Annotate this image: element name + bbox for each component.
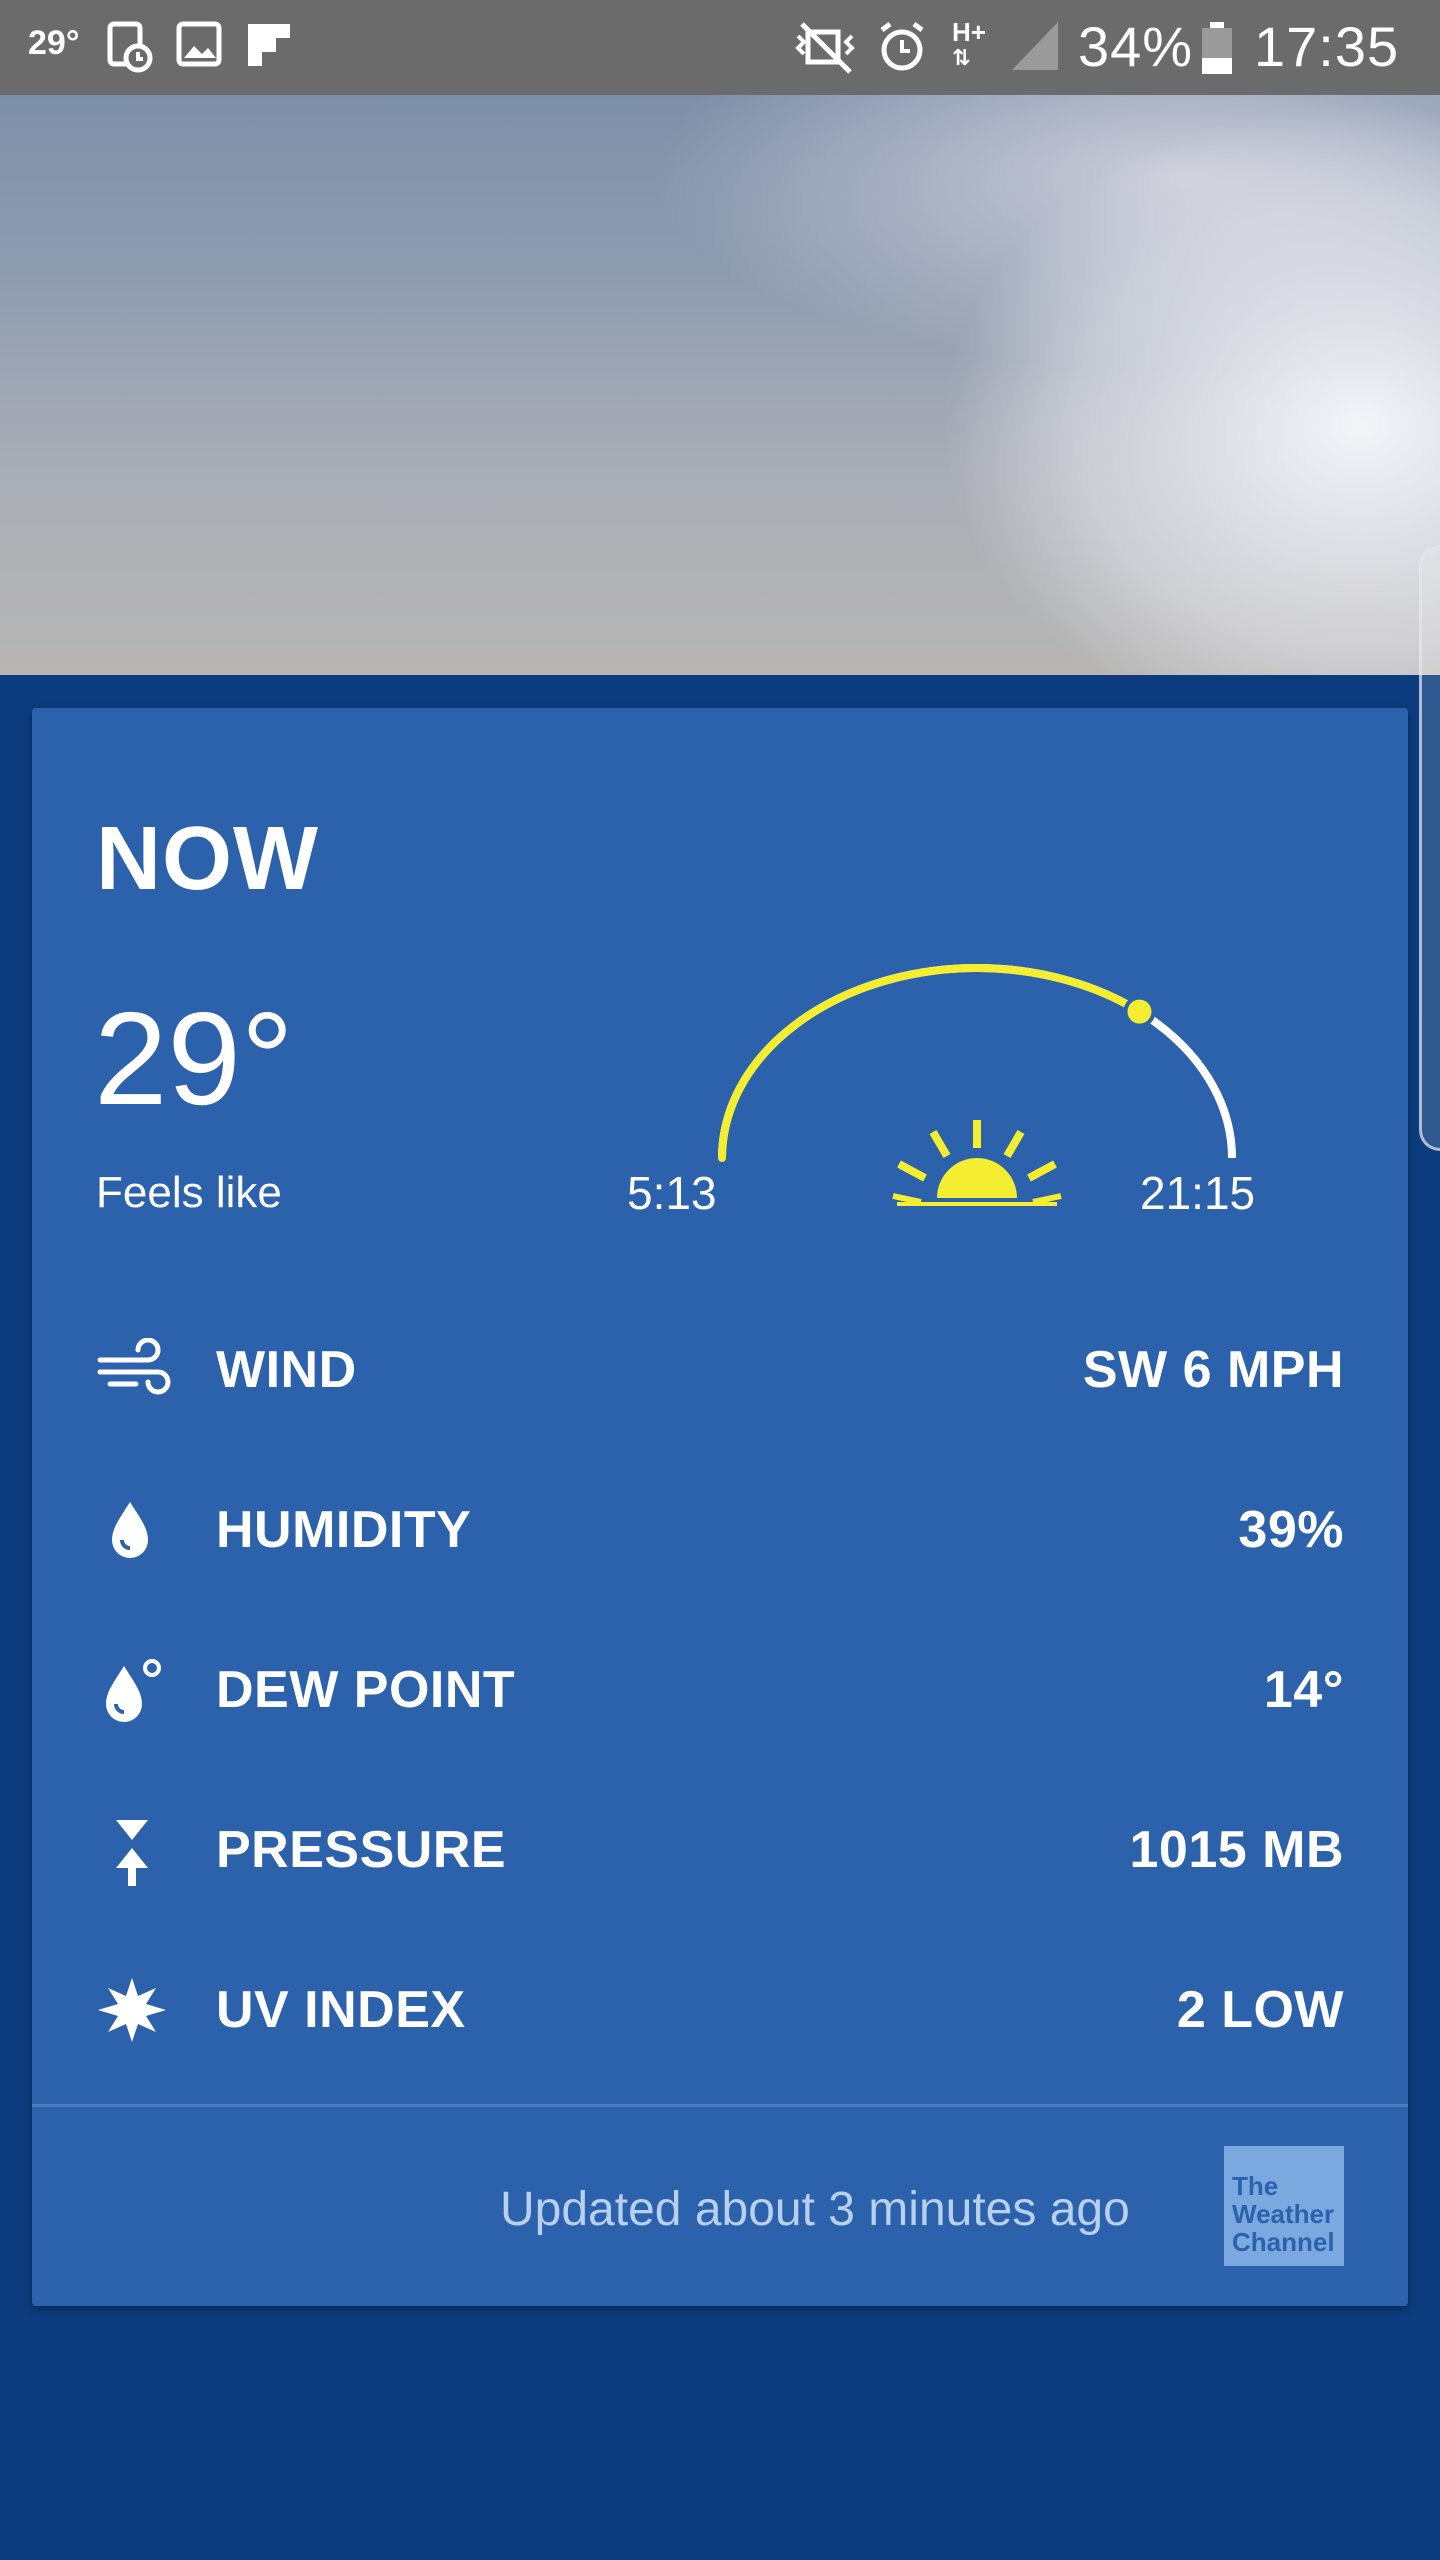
detail-row-pressure: PRESSURE 1015 MB: [96, 1796, 1344, 1896]
sunset-time: 21:15: [1140, 1167, 1256, 1219]
uv-index-icon: [96, 1978, 172, 2042]
uv-index-label: UV INDEX: [216, 1981, 466, 2039]
wind-label: WIND: [216, 1341, 357, 1399]
logo-line-1: The: [1232, 2171, 1279, 2201]
alarm-icon: [876, 18, 928, 78]
status-temperature: 29°: [28, 24, 80, 62]
battery-percent: 34%: [1078, 15, 1194, 78]
humidity-label: HUMIDITY: [216, 1501, 472, 1559]
detail-row-uv-index: UV INDEX 2 LOW: [96, 1956, 1344, 2056]
sun-icon: [892, 1120, 1062, 1206]
dew-point-icon: [96, 1658, 172, 1722]
wind-icon: [96, 1338, 172, 1402]
image-icon: [176, 18, 222, 74]
sunrise-time: 5:13: [627, 1167, 717, 1219]
data-arrows-icon: H+ ⇅: [952, 17, 986, 70]
daylight-arc-elapsed: [718, 964, 1144, 1162]
current-conditions-card: NOW 29° Feels like 5:13 21:15 WIND SW 6 …: [32, 708, 1408, 2306]
detail-row-dew-point: DEW POINT 14°: [96, 1636, 1344, 1736]
status-time: 17:35: [1254, 15, 1400, 78]
feels-like-label: Feels like: [96, 1168, 282, 1217]
card-title: NOW: [96, 809, 319, 909]
detail-row-wind: WIND SW 6 MPH: [96, 1316, 1344, 1416]
card-divider: [32, 2104, 1408, 2107]
uv-index-value: 2 LOW: [1176, 1981, 1344, 2039]
weather-channel-logo[interactable]: The Weather Channel: [1224, 2146, 1344, 2266]
mute-icon: [790, 18, 860, 78]
pressure-value: 1015 MB: [1129, 1821, 1344, 1879]
flipboard-icon: [246, 18, 294, 74]
sun-position-marker: [1123, 995, 1156, 1028]
edge-panel-handle[interactable]: [1419, 545, 1440, 1151]
logo-line-3: Channel: [1232, 2227, 1335, 2257]
calendar-icon: [106, 18, 154, 74]
battery-icon: [1200, 20, 1234, 76]
status-bar: 29° H+ ⇅ 34% 17:35: [0, 0, 1440, 95]
dew-point-label: DEW POINT: [216, 1661, 516, 1719]
detail-row-humidity: HUMIDITY 39%: [96, 1476, 1344, 1576]
pressure-label: PRESSURE: [216, 1821, 507, 1879]
logo-line-2: Weather: [1232, 2199, 1335, 2229]
signal-icon: [1010, 20, 1060, 72]
humidity-value: 39%: [1238, 1501, 1344, 1559]
wind-value: SW 6 MPH: [1082, 1341, 1344, 1399]
humidity-icon: [96, 1498, 172, 1562]
current-temperature: 29°: [94, 985, 294, 1132]
pressure-icon: [96, 1818, 172, 1886]
sky-background-image: [0, 95, 1440, 675]
last-updated-text: Updated about 3 minutes ago: [500, 2183, 1130, 2236]
network-type-label: H+: [952, 17, 986, 47]
dew-point-value: 14°: [1263, 1661, 1344, 1719]
